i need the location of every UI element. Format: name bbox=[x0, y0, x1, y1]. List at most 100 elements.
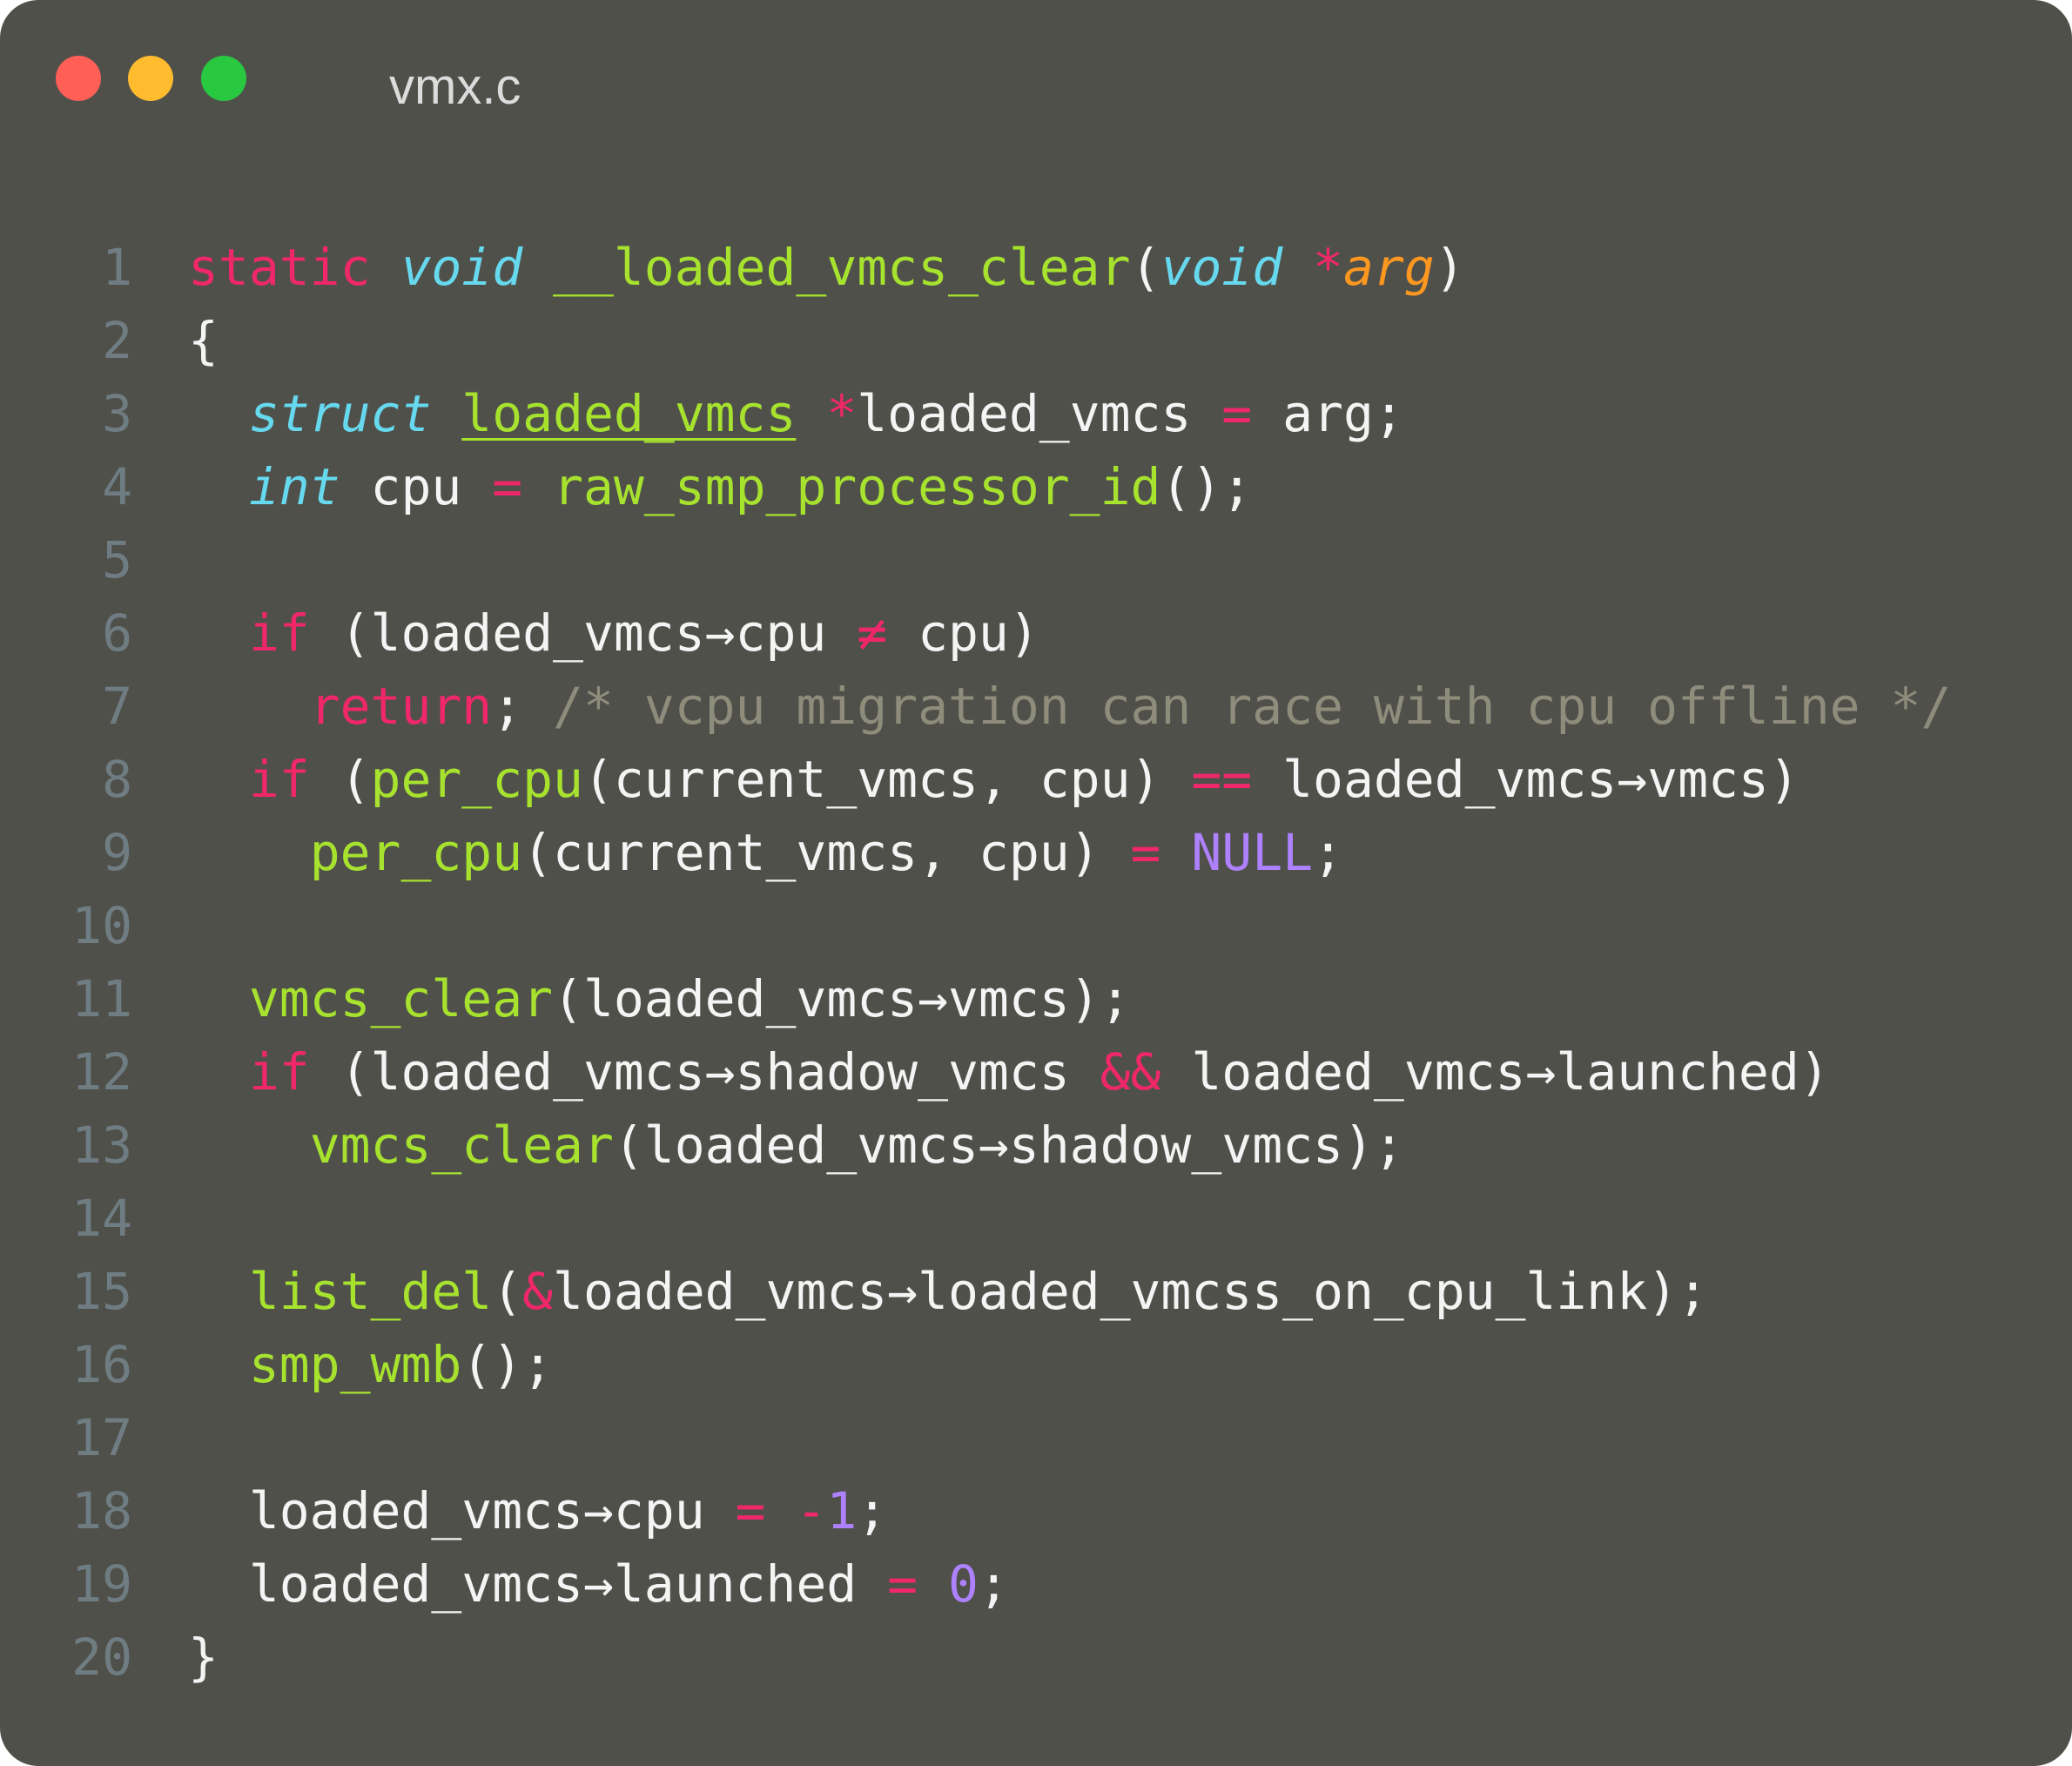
code-token: = bbox=[735, 1481, 766, 1540]
code-token: arg bbox=[1342, 238, 1435, 297]
code-token: ; bbox=[1313, 823, 1343, 882]
code-line: 20} bbox=[0, 1621, 2072, 1694]
line-source: int cpu = raw_smp_processor_id(); bbox=[188, 450, 1252, 523]
code-line: 13 vmcs_clear(loaded_vmcs→shadow_vmcs); bbox=[0, 1109, 2072, 1182]
line-number: 2 bbox=[102, 311, 132, 370]
code-line: 5 bbox=[0, 523, 2072, 597]
code-token: void bbox=[1160, 238, 1283, 297]
code-token: static bbox=[188, 238, 371, 297]
code-token: cpu bbox=[340, 457, 493, 516]
line-source: list_del(&loaded_vmcs→loaded_vmcss_on_cp… bbox=[188, 1255, 1708, 1328]
line-number: 12 bbox=[71, 1042, 132, 1102]
code-token: void bbox=[400, 238, 523, 297]
line-number: 5 bbox=[102, 530, 132, 590]
close-button[interactable] bbox=[56, 56, 101, 101]
line-source: struct loaded_vmcs *loaded_vmcs = arg; bbox=[188, 377, 1404, 450]
line-source: vmcs_clear(loaded_vmcs→vmcs); bbox=[188, 962, 1131, 1035]
code-editor[interactable]: 1 static void __loaded_vmcs_clear(void *a… bbox=[0, 231, 2072, 1694]
code-token: (); bbox=[1160, 457, 1253, 516]
code-line: 12 if (loaded_vmcs→shadow_vmcs && loaded… bbox=[0, 1035, 2072, 1109]
code-token: ( bbox=[1130, 238, 1161, 297]
code-token: ; bbox=[492, 677, 554, 736]
code-token: loaded_vmcs bbox=[461, 384, 797, 443]
code-token: if bbox=[248, 750, 310, 809]
line-source: if (loaded_vmcs→shadow_vmcs && loaded_vm… bbox=[188, 1035, 1830, 1109]
code-token: loaded_vmcs→launched bbox=[188, 1554, 888, 1614]
code-line: 6 if (loaded_vmcs→cpu ≠ cpu) bbox=[0, 597, 2072, 670]
title-bar: vmx.c bbox=[0, 0, 2072, 165]
line-source: } bbox=[188, 1621, 219, 1694]
code-token: int bbox=[248, 457, 340, 516]
minimize-button[interactable] bbox=[128, 56, 173, 101]
code-line: 11 vmcs_clear(loaded_vmcs→vmcs); bbox=[0, 962, 2072, 1035]
code-token: cpu) bbox=[887, 603, 1039, 663]
code-token: vmcs_clear bbox=[248, 969, 554, 1028]
file-title: vmx.c bbox=[389, 58, 521, 115]
code-token: smp_wmb bbox=[248, 1335, 462, 1394]
code-token: && bbox=[1100, 1042, 1161, 1102]
code-token: if bbox=[248, 603, 310, 663]
line-number: 18 bbox=[71, 1481, 132, 1540]
code-token: ; bbox=[978, 1554, 1009, 1614]
code-token: ( bbox=[492, 1262, 523, 1321]
code-token: = bbox=[1221, 384, 1253, 443]
zoom-button[interactable] bbox=[201, 56, 246, 101]
code-token: (loaded_vmcs→cpu bbox=[309, 603, 858, 663]
code-token: & bbox=[522, 1262, 554, 1321]
line-source: { bbox=[188, 304, 219, 377]
line-number: 14 bbox=[71, 1189, 132, 1248]
code-token: per_cpu bbox=[309, 823, 523, 882]
line-number: 16 bbox=[71, 1335, 132, 1394]
code-token: (loaded_vmcs→shadow_vmcs); bbox=[613, 1116, 1404, 1175]
line-number: 3 bbox=[102, 384, 132, 443]
code-token: list_del bbox=[248, 1262, 493, 1321]
code-token: ; bbox=[857, 1481, 888, 1540]
code-token: raw_smp_processor_id bbox=[553, 457, 1161, 516]
line-source: if (loaded_vmcs→cpu ≠ cpu) bbox=[188, 597, 1039, 670]
code-token: ( bbox=[309, 750, 371, 809]
code-token: per_cpu bbox=[370, 750, 583, 809]
line-number: 15 bbox=[71, 1262, 132, 1321]
code-token: (loaded_vmcs→shadow_vmcs bbox=[309, 1042, 1100, 1102]
line-source: return; /* vcpu migration can race with … bbox=[188, 670, 1952, 743]
code-token: - bbox=[796, 1481, 827, 1540]
line-source: per_cpu(current_vmcs, cpu) = NULL; bbox=[188, 816, 1343, 889]
line-source: smp_wmb(); bbox=[188, 1328, 553, 1401]
code-token: arg; bbox=[1252, 384, 1404, 443]
code-token: loaded_vmcs→vmcs) bbox=[1252, 750, 1800, 809]
code-token: 0 bbox=[947, 1554, 979, 1614]
line-number: 10 bbox=[71, 896, 132, 955]
line-number: 11 bbox=[71, 969, 132, 1028]
code-token: loaded_vmcs→loaded_vmcss_on_cpu_link); bbox=[553, 1262, 1708, 1321]
code-token: = bbox=[492, 457, 523, 516]
line-source: loaded_vmcs→cpu = -1; bbox=[188, 1474, 887, 1547]
line-number: 4 bbox=[102, 457, 132, 516]
code-token: (loaded_vmcs→vmcs); bbox=[553, 969, 1131, 1028]
code-line: 14 bbox=[0, 1182, 2072, 1255]
code-token: ≠ bbox=[857, 603, 888, 663]
line-number: 19 bbox=[71, 1554, 132, 1614]
line-number: 7 bbox=[102, 677, 132, 736]
line-number: 1 bbox=[102, 238, 132, 297]
line-number: 8 bbox=[102, 750, 132, 809]
code-token: NULL bbox=[1191, 823, 1314, 882]
code-line: 16 smp_wmb(); bbox=[0, 1328, 2072, 1401]
line-source: if (per_cpu(current_vmcs, cpu) == loaded… bbox=[188, 743, 1800, 816]
